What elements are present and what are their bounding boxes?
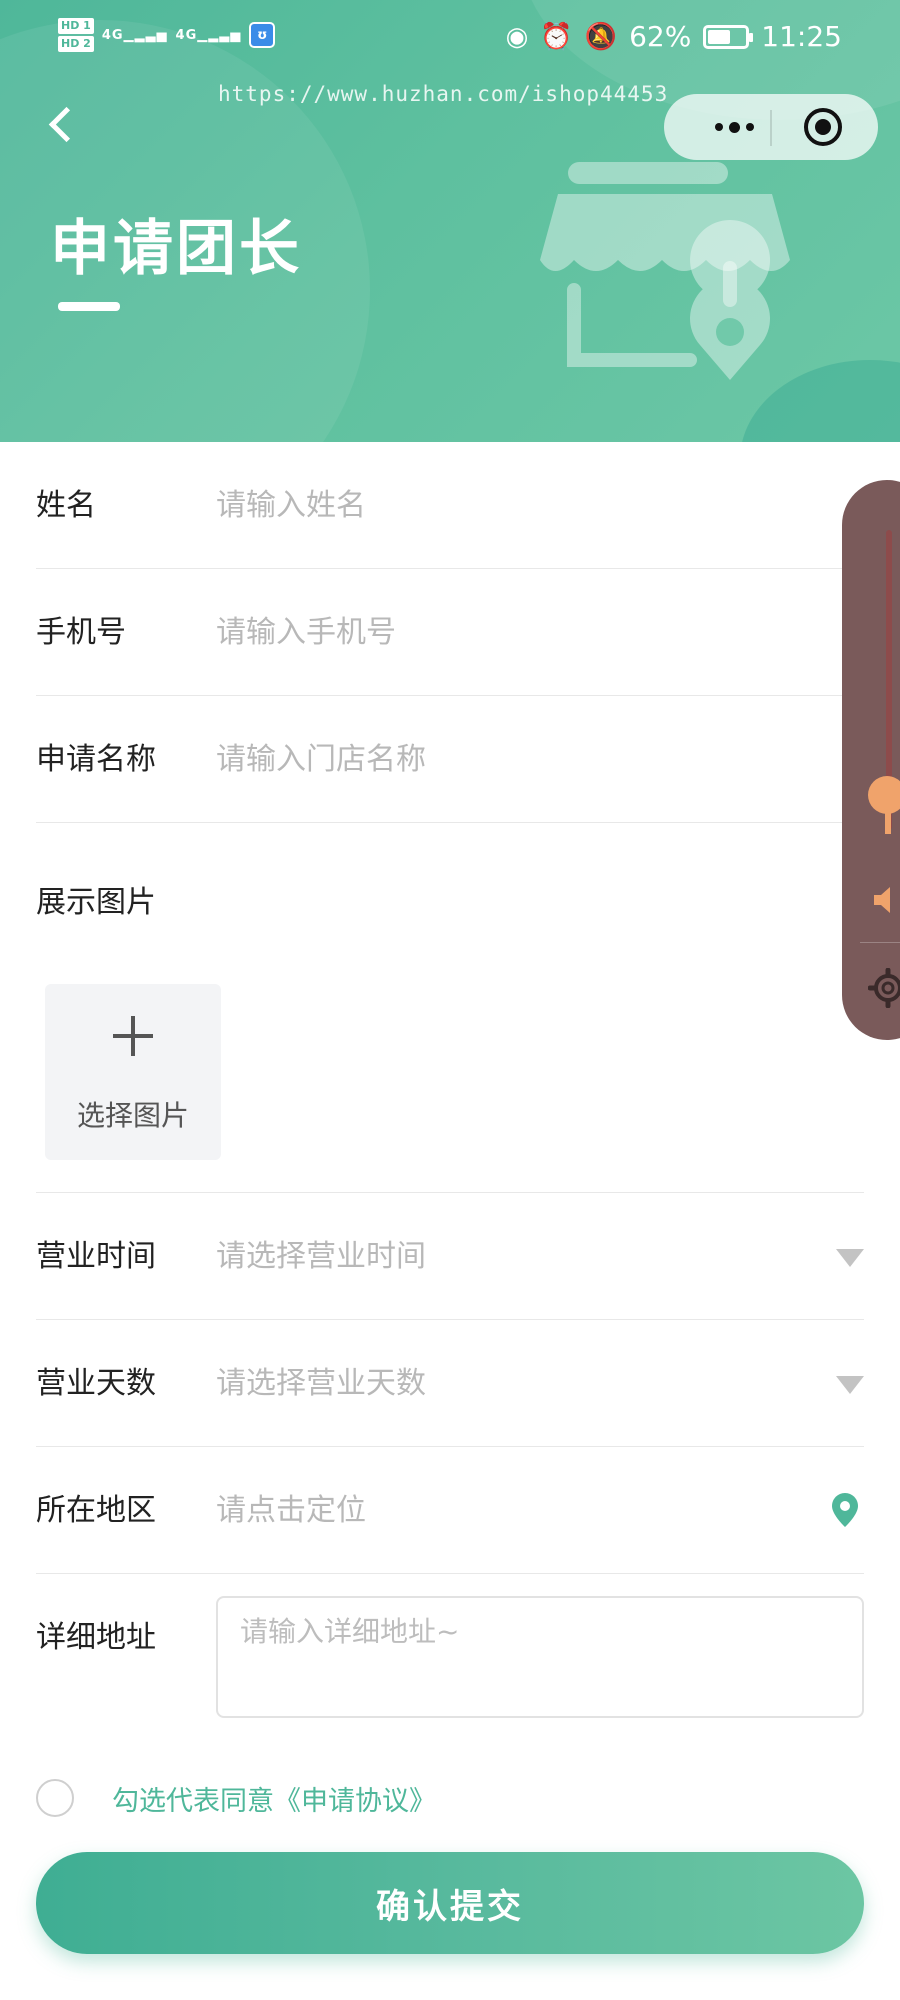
name-input[interactable]: 请输入姓名 (216, 442, 366, 569)
upload-image-button[interactable]: 选择图片 (45, 984, 221, 1160)
bell-muted-icon: 🔕 (584, 21, 618, 52)
region-locate[interactable]: 请点击定位 (216, 1447, 366, 1574)
submit-button[interactable]: 确认提交 (36, 1852, 864, 1954)
address-row: 详细地址 (36, 1578, 864, 1728)
page-title: 申请团长 (50, 214, 302, 284)
phone-label: 手机号 (36, 615, 126, 650)
speaker-icon[interactable] (874, 886, 898, 914)
gear-icon[interactable] (868, 968, 900, 1008)
clock: 11:25 (761, 20, 842, 53)
photo-label: 展示图片 (36, 885, 156, 920)
eye-icon: ◉ (505, 21, 529, 52)
title-underline (58, 302, 120, 311)
business-days-select[interactable]: 请选择营业天数 (216, 1320, 426, 1447)
header-banner: HD 1 HD 2 4G▁▂▃▅ 4G▁▂▃▅ ʊ ◉ ⏰ 🔕 62% 11:2… (0, 0, 900, 442)
business-days-label: 营业天数 (36, 1366, 156, 1401)
hd-indicator: HD 2 (58, 36, 94, 52)
signal-icon: 4G▁▂▃▅ (175, 27, 242, 43)
status-bar: HD 1 HD 2 4G▁▂▃▅ 4G▁▂▃▅ ʊ ◉ ⏰ 🔕 62% 11:2… (0, 14, 900, 62)
name-label: 姓名 (36, 488, 96, 523)
store-name-label: 申请名称 (36, 742, 156, 777)
business-hours-select[interactable]: 请选择营业时间 (216, 1193, 426, 1320)
business-days-row[interactable]: 营业天数 请选择营业天数 (36, 1320, 864, 1447)
address-textarea[interactable] (216, 1596, 864, 1718)
plus-icon (113, 1016, 153, 1056)
name-row: 姓名 请输入姓名 (36, 442, 864, 569)
battery-icon (703, 24, 754, 49)
upload-label: 选择图片 (76, 1099, 189, 1132)
watermark-text: https://www.huzhan.com/ishop44453 (218, 82, 669, 106)
business-hours-label: 营业时间 (36, 1239, 156, 1274)
agreement-row[interactable]: 勾选代表同意《申请协议》 (36, 1776, 436, 1820)
agreement-checkbox[interactable] (36, 1779, 74, 1817)
alarm-icon: ⏰ (540, 21, 573, 52)
volume-fill (885, 810, 891, 834)
battery-percent: 62% (629, 20, 692, 53)
app-notification-icon: ʊ (249, 22, 276, 48)
region-row[interactable]: 所在地区 请点击定位 (36, 1447, 864, 1574)
region-label: 所在地区 (36, 1493, 156, 1528)
close-miniprogram-button[interactable] (804, 108, 842, 146)
hd-indicator: HD 1 (58, 18, 94, 34)
store-illustration-icon (540, 162, 790, 380)
phone-row: 手机号 请输入手机号 (36, 569, 864, 696)
caret-down-icon[interactable] (836, 1376, 864, 1394)
phone-input[interactable]: 请输入手机号 (216, 569, 396, 696)
location-pin-icon[interactable] (832, 1493, 858, 1527)
divider (860, 942, 900, 943)
caret-down-icon[interactable] (836, 1249, 864, 1267)
address-label: 详细地址 (36, 1620, 156, 1655)
signal-icon: 4G▁▂▃▅ (101, 27, 168, 43)
volume-panel (842, 480, 900, 1040)
business-hours-row[interactable]: 营业时间 请选择营业时间 (36, 1193, 864, 1320)
back-button[interactable] (40, 100, 84, 150)
store-name-row: 申请名称 请输入门店名称 (36, 696, 864, 823)
store-name-input[interactable]: 请输入门店名称 (216, 696, 426, 823)
volume-slider-knob[interactable] (868, 776, 900, 814)
agreement-link[interactable]: 勾选代表同意《申请协议》 (112, 1779, 436, 1818)
